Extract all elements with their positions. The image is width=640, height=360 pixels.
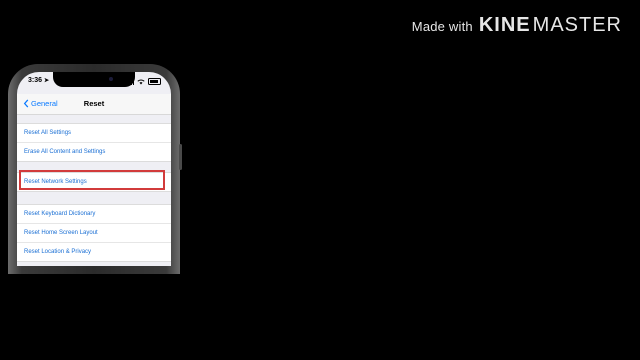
kinemaster-watermark: Made with KINE MASTER [412, 14, 622, 37]
settings-group-3: Reset Keyboard Dictionary Reset Home Scr… [17, 204, 171, 262]
reset-home-screen-layout-row[interactable]: Reset Home Screen Layout [17, 224, 171, 243]
reset-location-privacy-row[interactable]: Reset Location & Privacy [17, 243, 171, 261]
battery-icon [148, 78, 161, 85]
status-time: 3:36 ➤ [28, 77, 50, 84]
wifi-icon [137, 78, 145, 84]
camera-icon [109, 77, 113, 81]
watermark-kine: KINE [478, 14, 531, 36]
navigation-bar: General Reset [17, 94, 171, 115]
notch [53, 72, 135, 87]
location-arrow-icon: ➤ [44, 78, 50, 84]
erase-all-content-row[interactable]: Erase All Content and Settings [17, 143, 171, 161]
watermark-made-with: Made with [411, 19, 473, 34]
highlight-box [19, 170, 165, 190]
settings-group-1: Reset All Settings Erase All Content and… [17, 123, 171, 162]
phone-screen: 3:36 ➤ General Reset Reset All Settings E… [17, 72, 171, 266]
reset-keyboard-dictionary-row[interactable]: Reset Keyboard Dictionary [17, 205, 171, 224]
side-button [179, 144, 182, 170]
phone-frame: 3:36 ➤ General Reset Reset All Settings E… [8, 64, 182, 274]
reset-all-settings-row[interactable]: Reset All Settings [17, 124, 171, 143]
page-title: Reset [83, 99, 105, 108]
watermark-master: MASTER [532, 14, 622, 36]
